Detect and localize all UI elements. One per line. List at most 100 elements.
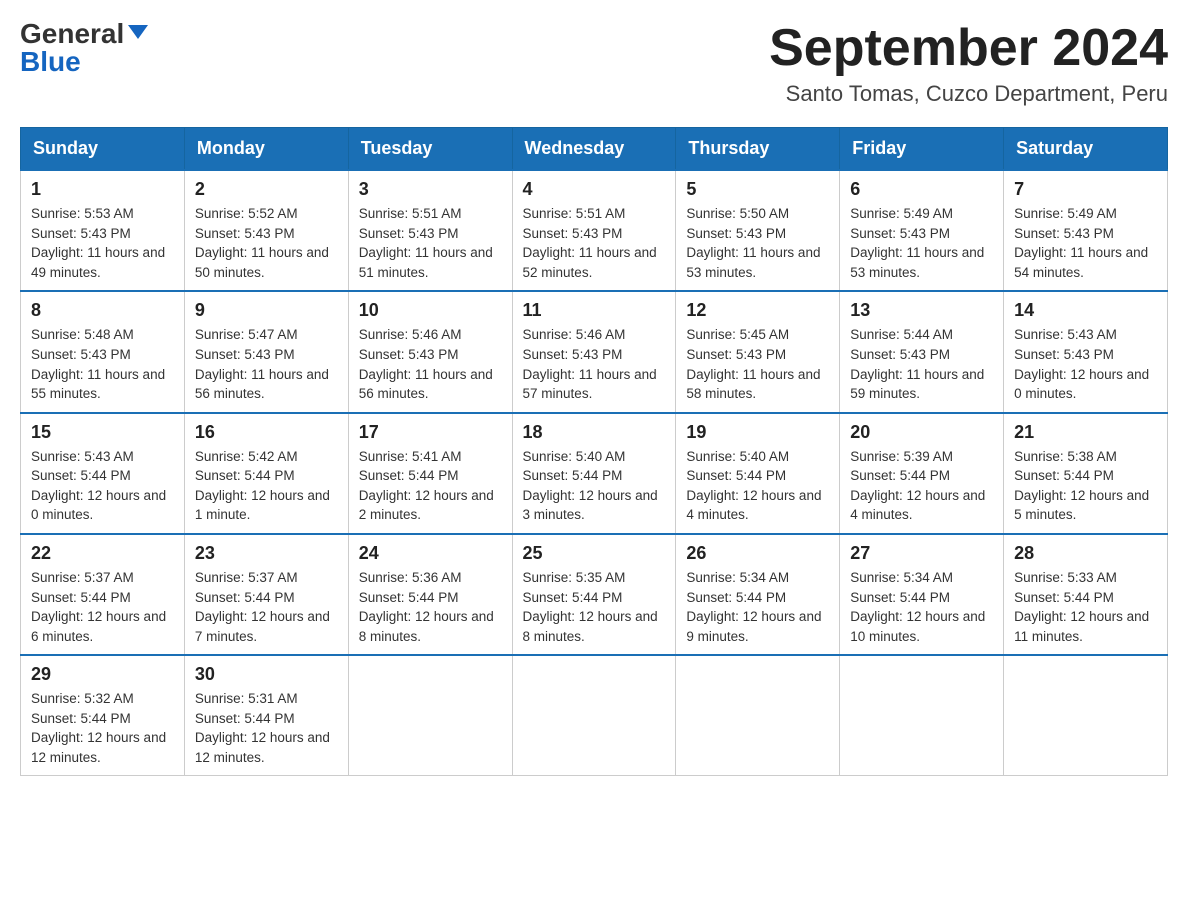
calendar-day (512, 655, 676, 776)
calendar-day: 27 Sunrise: 5:34 AMSunset: 5:44 PMDayligh… (840, 534, 1004, 655)
calendar-day: 11Sunrise: 5:46 AMSunset: 5:43 PMDayligh… (512, 291, 676, 412)
day-number: 17 (359, 422, 502, 443)
calendar-day: 28Sunrise: 5:33 AMSunset: 5:44 PMDayligh… (1004, 534, 1168, 655)
logo-blue: Blue (20, 48, 81, 76)
day-info: Sunrise: 5:36 AMSunset: 5:44 PMDaylight:… (359, 568, 502, 646)
day-number: 7 (1014, 179, 1157, 200)
day-number: 29 (31, 664, 174, 685)
day-info: Sunrise: 5:50 AMSunset: 5:43 PMDaylight:… (686, 204, 829, 282)
calendar-week-1: 1Sunrise: 5:53 AMSunset: 5:43 PMDaylight… (21, 170, 1168, 291)
calendar-day: 6 Sunrise: 5:49 AMSunset: 5:43 PMDaylight… (840, 170, 1004, 291)
calendar-day (840, 655, 1004, 776)
day-info: Sunrise: 5:37 AMSunset: 5:44 PMDaylight:… (31, 568, 174, 646)
day-number: 10 (359, 300, 502, 321)
calendar-day: 25Sunrise: 5:35 AMSunset: 5:44 PMDayligh… (512, 534, 676, 655)
calendar-day: 2 Sunrise: 5:52 AMSunset: 5:43 PMDaylight… (184, 170, 348, 291)
calendar-body: 1Sunrise: 5:53 AMSunset: 5:43 PMDaylight… (21, 170, 1168, 776)
day-info: Sunrise: 5:51 AMSunset: 5:43 PMDaylight:… (359, 204, 502, 282)
calendar-day: 13 Sunrise: 5:44 AMSunset: 5:43 PMDayligh… (840, 291, 1004, 412)
calendar-day: 14Sunrise: 5:43 AMSunset: 5:43 PMDayligh… (1004, 291, 1168, 412)
day-info: Sunrise: 5:40 AMSunset: 5:44 PMDaylight:… (686, 447, 829, 525)
day-number: 8 (31, 300, 174, 321)
day-number: 26 (686, 543, 829, 564)
calendar-day: 22 Sunrise: 5:37 AMSunset: 5:44 PMDayligh… (21, 534, 185, 655)
day-number: 20 (850, 422, 993, 443)
day-number: 15 (31, 422, 174, 443)
calendar-day: 12 Sunrise: 5:45 AMSunset: 5:43 PMDayligh… (676, 291, 840, 412)
day-info: Sunrise: 5:51 AMSunset: 5:43 PMDaylight:… (523, 204, 666, 282)
day-number: 18 (523, 422, 666, 443)
calendar-day: 1Sunrise: 5:53 AMSunset: 5:43 PMDaylight… (21, 170, 185, 291)
calendar-day: 16Sunrise: 5:42 AMSunset: 5:44 PMDayligh… (184, 413, 348, 534)
day-number: 9 (195, 300, 338, 321)
calendar-day: 17 Sunrise: 5:41 AMSunset: 5:44 PMDayligh… (348, 413, 512, 534)
day-info: Sunrise: 5:34 AMSunset: 5:44 PMDaylight:… (686, 568, 829, 646)
calendar-week-4: 22 Sunrise: 5:37 AMSunset: 5:44 PMDayligh… (21, 534, 1168, 655)
day-info: Sunrise: 5:40 AMSunset: 5:44 PMDaylight:… (523, 447, 666, 525)
header-cell-sunday: Sunday (21, 128, 185, 171)
calendar-day: 20 Sunrise: 5:39 AMSunset: 5:44 PMDayligh… (840, 413, 1004, 534)
calendar-day: 3 Sunrise: 5:51 AMSunset: 5:43 PMDaylight… (348, 170, 512, 291)
calendar-day (676, 655, 840, 776)
calendar-day: 7 Sunrise: 5:49 AMSunset: 5:43 PMDaylight… (1004, 170, 1168, 291)
day-number: 19 (686, 422, 829, 443)
day-info: Sunrise: 5:34 AMSunset: 5:44 PMDaylight:… (850, 568, 993, 646)
day-info: Sunrise: 5:43 AMSunset: 5:44 PMDaylight:… (31, 447, 174, 525)
calendar-day: 10 Sunrise: 5:46 AMSunset: 5:43 PMDayligh… (348, 291, 512, 412)
title-section: September 2024 Santo Tomas, Cuzco Depart… (769, 20, 1168, 107)
day-info: Sunrise: 5:49 AMSunset: 5:43 PMDaylight:… (1014, 204, 1157, 282)
calendar-table: SundayMondayTuesdayWednesdayThursdayFrid… (20, 127, 1168, 776)
calendar-day: 18 Sunrise: 5:40 AMSunset: 5:44 PMDayligh… (512, 413, 676, 534)
calendar-week-2: 8 Sunrise: 5:48 AMSunset: 5:43 PMDaylight… (21, 291, 1168, 412)
calendar-day: 26 Sunrise: 5:34 AMSunset: 5:44 PMDayligh… (676, 534, 840, 655)
calendar-day: 21Sunrise: 5:38 AMSunset: 5:44 PMDayligh… (1004, 413, 1168, 534)
day-info: Sunrise: 5:48 AMSunset: 5:43 PMDaylight:… (31, 325, 174, 403)
day-info: Sunrise: 5:31 AMSunset: 5:44 PMDaylight:… (195, 689, 338, 767)
header-cell-saturday: Saturday (1004, 128, 1168, 171)
day-number: 5 (686, 179, 829, 200)
calendar-day: 19 Sunrise: 5:40 AMSunset: 5:44 PMDayligh… (676, 413, 840, 534)
day-info: Sunrise: 5:37 AMSunset: 5:44 PMDaylight:… (195, 568, 338, 646)
day-info: Sunrise: 5:52 AMSunset: 5:43 PMDaylight:… (195, 204, 338, 282)
day-info: Sunrise: 5:47 AMSunset: 5:43 PMDaylight:… (195, 325, 338, 403)
day-number: 3 (359, 179, 502, 200)
header-row: SundayMondayTuesdayWednesdayThursdayFrid… (21, 128, 1168, 171)
day-number: 21 (1014, 422, 1157, 443)
header-cell-wednesday: Wednesday (512, 128, 676, 171)
day-info: Sunrise: 5:41 AMSunset: 5:44 PMDaylight:… (359, 447, 502, 525)
day-number: 25 (523, 543, 666, 564)
calendar-day: 9 Sunrise: 5:47 AMSunset: 5:43 PMDaylight… (184, 291, 348, 412)
day-info: Sunrise: 5:32 AMSunset: 5:44 PMDaylight:… (31, 689, 174, 767)
logo: General Blue (20, 20, 148, 76)
day-info: Sunrise: 5:39 AMSunset: 5:44 PMDaylight:… (850, 447, 993, 525)
month-title: September 2024 (769, 20, 1168, 77)
day-number: 27 (850, 543, 993, 564)
day-number: 11 (523, 300, 666, 321)
day-number: 6 (850, 179, 993, 200)
day-info: Sunrise: 5:49 AMSunset: 5:43 PMDaylight:… (850, 204, 993, 282)
calendar-day: 30 Sunrise: 5:31 AMSunset: 5:44 PMDayligh… (184, 655, 348, 776)
calendar-day: 15 Sunrise: 5:43 AMSunset: 5:44 PMDayligh… (21, 413, 185, 534)
header-cell-friday: Friday (840, 128, 1004, 171)
day-number: 30 (195, 664, 338, 685)
calendar-header: SundayMondayTuesdayWednesdayThursdayFrid… (21, 128, 1168, 171)
day-info: Sunrise: 5:33 AMSunset: 5:44 PMDaylight:… (1014, 568, 1157, 646)
day-number: 23 (195, 543, 338, 564)
header-cell-thursday: Thursday (676, 128, 840, 171)
day-number: 2 (195, 179, 338, 200)
day-info: Sunrise: 5:44 AMSunset: 5:43 PMDaylight:… (850, 325, 993, 403)
calendar-day: 29 Sunrise: 5:32 AMSunset: 5:44 PMDayligh… (21, 655, 185, 776)
day-number: 12 (686, 300, 829, 321)
calendar-day: 23 Sunrise: 5:37 AMSunset: 5:44 PMDayligh… (184, 534, 348, 655)
header-cell-tuesday: Tuesday (348, 128, 512, 171)
day-number: 4 (523, 179, 666, 200)
header-cell-monday: Monday (184, 128, 348, 171)
day-number: 22 (31, 543, 174, 564)
day-number: 14 (1014, 300, 1157, 321)
day-info: Sunrise: 5:46 AMSunset: 5:43 PMDaylight:… (359, 325, 502, 403)
calendar-day: 8 Sunrise: 5:48 AMSunset: 5:43 PMDaylight… (21, 291, 185, 412)
calendar-day: 24Sunrise: 5:36 AMSunset: 5:44 PMDayligh… (348, 534, 512, 655)
calendar-week-3: 15 Sunrise: 5:43 AMSunset: 5:44 PMDayligh… (21, 413, 1168, 534)
day-info: Sunrise: 5:45 AMSunset: 5:43 PMDaylight:… (686, 325, 829, 403)
day-number: 13 (850, 300, 993, 321)
